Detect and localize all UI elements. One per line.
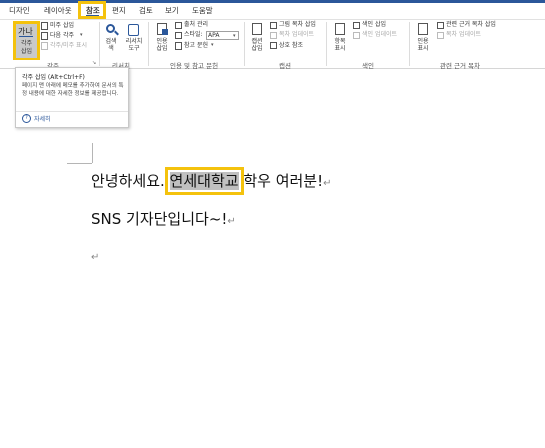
document-line-3[interactable]: ↵: [91, 246, 99, 264]
insert-table-of-figures-label: 그림 목차 삽입: [279, 21, 316, 28]
group-divider: [244, 22, 245, 66]
update-index-label: 색인 업데이트: [362, 31, 398, 38]
paragraph-mark: ↵: [227, 216, 236, 227]
insert-caption-label-2: 삽입: [251, 45, 263, 52]
group-divider: [148, 22, 149, 66]
tab-mailings[interactable]: 편지: [112, 4, 126, 18]
style-dropdown[interactable]: APA ▾: [206, 31, 239, 40]
insert-index-icon: [353, 22, 360, 29]
group-label-index: 색인: [362, 62, 374, 70]
style-icon: [175, 32, 182, 39]
researcher-icon: [128, 24, 139, 36]
tab-view[interactable]: 보기: [165, 4, 179, 18]
insert-footnote-label-1: 각주: [20, 40, 33, 47]
insert-index-label: 색인 삽입: [362, 21, 386, 28]
insert-endnote-label: 미주 삽입: [50, 22, 74, 29]
endnote-icon: [41, 22, 48, 30]
show-notes-icon: [41, 42, 48, 50]
tab-help[interactable]: 도움말: [192, 4, 213, 18]
mark-entry-label: 항목: [334, 38, 346, 45]
search-label: 검색: [105, 38, 117, 45]
group-label-authorities: 관련 근거 목차: [440, 62, 481, 70]
document-line-2[interactable]: SNS 기자단입니다~!↵: [91, 208, 236, 229]
chevron-down-icon: ▾: [211, 42, 214, 48]
update-authorities-label: 목차 업데이트: [446, 31, 482, 38]
mark-citation-label-2: 표시: [417, 45, 429, 52]
group-divider: [409, 22, 410, 66]
chevron-down-icon: ▾: [80, 32, 83, 38]
paragraph-mark: ↵: [91, 252, 100, 263]
update-table-label: 목차 업데이트: [279, 31, 315, 38]
paragraph-mark: ↵: [323, 178, 332, 189]
citation-icon-mark: [162, 29, 168, 35]
researcher-label: 리서치: [125, 38, 143, 45]
show-notes-label: 각주/미주 표시: [50, 42, 88, 49]
tab-highlight-box: [78, 1, 106, 19]
chevron-down-icon: ▾: [233, 33, 236, 39]
tooltip-body: 페이지 맨 아래에 메모를 추가하여 문서의 특정 내용에 대한 자세한 정보를…: [22, 83, 124, 97]
caption-icon: [252, 23, 262, 35]
manage-sources-icon: [175, 22, 182, 29]
update-index-icon: [353, 32, 360, 39]
insert-citation-label-2: 삽입: [156, 45, 168, 52]
tooltip-divider: [16, 111, 128, 112]
mark-entry-icon: [335, 23, 345, 35]
mark-entry-label-2: 표시: [334, 45, 346, 52]
mark-citation-label: 인용: [417, 38, 429, 45]
style-label: 스타일:: [184, 31, 203, 38]
insert-footnote-button[interactable]: 가나 각주 삽입: [16, 24, 37, 58]
insert-citation-label: 인용: [156, 38, 168, 45]
update-authorities-icon: [437, 32, 444, 39]
group-divider: [99, 22, 100, 66]
insert-table-of-authorities-label: 관련 근거 목차 삽입: [446, 21, 496, 28]
table-of-authorities-icon: [437, 22, 444, 29]
margin-corner-vertical: [92, 143, 93, 163]
cross-reference-icon: [270, 42, 277, 49]
search-label-2: 색: [108, 45, 114, 52]
bibliography-label: 참고 문헌: [184, 42, 208, 49]
insert-footnote-label-2: 삽입: [20, 48, 33, 55]
tooltip-title: 각주 삽입 (Alt+Ctrl+F): [22, 74, 85, 81]
table-of-figures-icon: [270, 22, 277, 29]
update-table-icon: [270, 32, 277, 39]
tab-design[interactable]: 디자인: [9, 4, 30, 18]
bibliography-icon: [175, 42, 182, 50]
line1-text-after: 학우 여러분!: [238, 172, 324, 190]
insert-footnote-tooltip: 각주 삽입 (Alt+Ctrl+F) 페이지 맨 아래에 메모를 추가하여 문서…: [15, 67, 129, 128]
mark-citation-icon: [418, 23, 428, 35]
group-label-captions: 캡션: [279, 62, 291, 70]
line1-text-before: 안녕하세요.: [91, 172, 170, 190]
highlighted-word: 연세대학교: [164, 167, 244, 195]
group-divider: [326, 22, 327, 66]
insert-caption-label: 캡션: [251, 38, 263, 45]
tooltip-more-link[interactable]: 자세히: [34, 114, 51, 123]
researcher-label-2: 도구: [128, 45, 140, 52]
style-value: APA: [208, 32, 220, 39]
help-icon: ?: [22, 114, 31, 123]
margin-corner-horizontal: [67, 163, 92, 164]
document-line-1[interactable]: 안녕하세요. 연세대학교 학우 여러분!↵: [91, 167, 332, 195]
next-footnote-label: 다음 각주: [50, 32, 74, 39]
group-label-citations: 인용 및 참고 문헌: [170, 62, 219, 70]
tab-layout[interactable]: 레이아웃: [44, 4, 72, 18]
cross-reference-label: 상호 참조: [279, 42, 303, 49]
dialog-launcher-icon[interactable]: ↘: [92, 60, 96, 66]
next-footnote-icon: [41, 32, 48, 40]
line2-text: SNS 기자단입니다~!: [91, 210, 228, 228]
tab-review[interactable]: 검토: [139, 4, 153, 18]
footnote-icon-line: [19, 36, 33, 37]
manage-sources-label: 출처 관리: [184, 21, 208, 28]
